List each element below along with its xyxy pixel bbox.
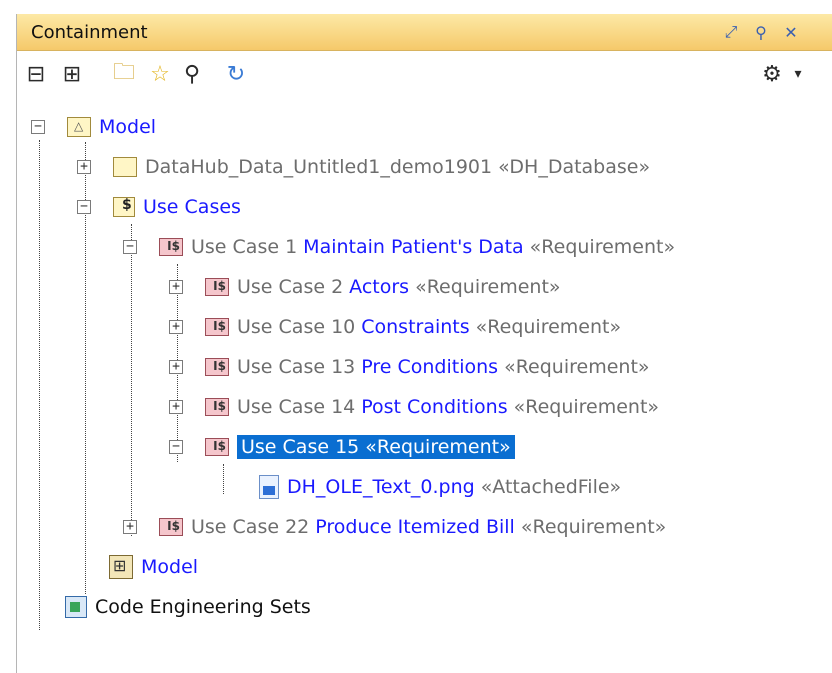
stereotype-label: «Requirement» xyxy=(513,396,660,418)
node-label: Constraints xyxy=(361,316,470,338)
favorite-star-icon[interactable]: ☆ xyxy=(145,59,175,89)
tree-node-uc15-selected[interactable]: − Use Case 15 «Requirement» xyxy=(169,430,515,464)
requirement-icon xyxy=(159,518,183,536)
pin-icon[interactable]: ⚲ xyxy=(750,21,772,43)
node-prefix: Use Case 1 xyxy=(191,236,298,258)
requirement-icon xyxy=(205,278,229,296)
collapse-toggle-icon[interactable]: − xyxy=(123,240,137,254)
tree-node-datahub[interactable]: + DataHub_Data_Untitled1_demo1901 «DH_Da… xyxy=(77,150,650,184)
node-label: Post Conditions xyxy=(361,396,508,418)
tree-node-uc10[interactable]: + Use Case 10 Constraints «Requirement» xyxy=(169,310,621,344)
stereotype-label: «Requirement» xyxy=(475,316,622,338)
close-icon[interactable]: ✕ xyxy=(780,21,802,43)
tree-node-code-engineering-sets[interactable]: Code Engineering Sets xyxy=(65,590,311,624)
stereotype-label: «Requirement» xyxy=(504,356,650,378)
expand-toggle-icon[interactable]: + xyxy=(169,280,183,294)
expand-toggle-icon[interactable]: + xyxy=(123,520,137,534)
expand-toggle-icon[interactable]: + xyxy=(169,400,183,414)
search-icon[interactable]: ⚲ xyxy=(177,59,207,89)
stereotype-label: «Requirement» xyxy=(415,276,561,298)
tree-node-attached-file[interactable]: DH_OLE_Text_0.png «AttachedFile» xyxy=(215,470,621,504)
expand-all-icon[interactable]: ⊞ xyxy=(57,59,87,89)
containment-panel: Containment ⤢ ⚲ ✕ ⊟ ⊞ 🗀 ☆ ⚲ ↻ ⚙ ▾ − Mode… xyxy=(16,14,832,673)
use-cases-package-icon xyxy=(113,197,135,217)
tree-node-use-cases[interactable]: − Use Cases xyxy=(77,190,241,224)
node-label: Maintain Patient's Data xyxy=(303,236,524,258)
collapse-toggle-icon[interactable]: − xyxy=(77,200,91,214)
node-prefix: Use Case 14 xyxy=(237,396,356,418)
package-icon xyxy=(67,117,91,137)
collapse-toggle-icon[interactable]: − xyxy=(169,440,183,454)
toolbar: ⊟ ⊞ 🗀 ☆ ⚲ ↻ ⚙ ▾ xyxy=(17,52,832,95)
node-label: Use Cases xyxy=(143,196,241,218)
code-engineering-icon xyxy=(65,596,87,618)
node-label: Produce Itemized Bill xyxy=(315,516,515,538)
stereotype-label: «Requirement» xyxy=(520,516,667,538)
tree-node-model-diagram[interactable]: Model xyxy=(109,550,198,584)
requirement-icon xyxy=(205,358,229,376)
restore-icon[interactable]: ⤢ xyxy=(720,21,742,43)
refresh-icon[interactable]: ↻ xyxy=(221,59,251,89)
tree-node-uc1[interactable]: − Use Case 1 Maintain Patient's Data «Re… xyxy=(123,230,675,264)
node-label: Pre Conditions xyxy=(361,356,499,378)
node-prefix: Use Case 10 xyxy=(237,316,356,338)
collapse-toggle-icon[interactable]: − xyxy=(31,120,45,134)
folder-icon xyxy=(113,157,137,177)
image-file-icon xyxy=(259,475,279,499)
tree-node-uc2[interactable]: + Use Case 2 Actors «Requirement» xyxy=(169,270,561,304)
node-label: DH_OLE_Text_0.png xyxy=(287,476,475,498)
options-dropdown-icon[interactable]: ▾ xyxy=(783,59,813,89)
tree-node-model[interactable]: − Model xyxy=(31,110,156,144)
node-label: Model xyxy=(99,116,157,138)
stereotype-label: «AttachedFile» xyxy=(480,476,622,498)
stereotype-label: «DH_Database» xyxy=(498,156,651,178)
panel-title: Containment xyxy=(31,22,148,43)
tree-node-uc13[interactable]: + Use Case 13 Pre Conditions «Requiremen… xyxy=(169,350,650,384)
requirement-icon xyxy=(205,318,229,336)
node-label: Code Engineering Sets xyxy=(95,596,311,618)
node-prefix: Use Case 22 xyxy=(191,516,310,538)
node-label: DataHub_Data_Untitled1_demo1901 xyxy=(145,156,493,178)
collapse-all-icon[interactable]: ⊟ xyxy=(21,59,51,89)
stereotype-label: «Requirement» xyxy=(529,236,676,258)
title-icons: ⤢ ⚲ ✕ xyxy=(720,21,802,43)
containment-tree: − Model + DataHub_Data_Untitled1_demo190… xyxy=(17,110,832,673)
expand-toggle-icon[interactable]: + xyxy=(77,160,91,174)
node-label: Use Case 15 «Requirement» xyxy=(237,435,515,459)
node-label: Model xyxy=(141,556,199,578)
requirement-icon xyxy=(205,438,229,456)
tree-node-uc22[interactable]: + Use Case 22 Produce Itemized Bill «Req… xyxy=(123,510,666,544)
open-folder-icon[interactable]: 🗀 xyxy=(109,59,139,89)
expand-toggle-icon[interactable]: + xyxy=(169,320,183,334)
model-diagram-icon xyxy=(109,555,133,579)
tree-node-uc14[interactable]: + Use Case 14 Post Conditions «Requireme… xyxy=(169,390,659,424)
node-prefix: Use Case 13 xyxy=(237,356,356,378)
node-label: Actors xyxy=(349,276,410,298)
node-prefix: Use Case 2 xyxy=(237,276,344,298)
panel-titlebar: Containment ⤢ ⚲ ✕ xyxy=(17,14,832,51)
expand-toggle-icon[interactable]: + xyxy=(169,360,183,374)
requirement-icon xyxy=(205,398,229,416)
requirement-icon xyxy=(159,238,183,256)
